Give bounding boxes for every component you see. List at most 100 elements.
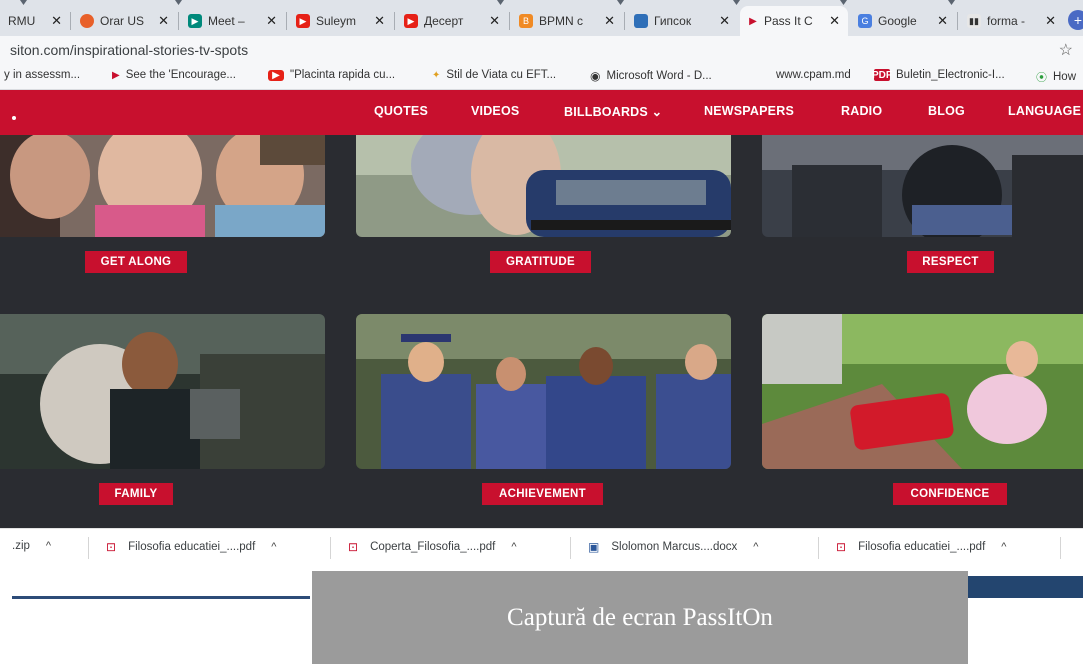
video-thumbnail-achievement[interactable] (356, 314, 731, 469)
chevron-up-icon[interactable]: ^ (46, 540, 51, 552)
tab-label: Meet – (208, 14, 245, 28)
nav-quotes[interactable]: QUOTES (374, 104, 428, 118)
tab-separator (394, 12, 395, 30)
divider (88, 537, 89, 559)
pdf-icon: ⊡ (836, 540, 847, 554)
nav-videos[interactable]: VIDEOS (471, 104, 519, 118)
address-bar: siton.com/inspirational-stories-tv-spots… (0, 36, 1083, 64)
site-nav: QUOTES VIDEOS BILLBOARDS ⌄ NEWSPAPERS RA… (0, 90, 1083, 135)
bookmark-item[interactable]: y in assessm... (4, 69, 80, 81)
tab-label: Google (878, 14, 917, 28)
bookmark-item[interactable]: ⦿ How (1036, 69, 1076, 85)
tab-label: BPMN c (539, 14, 584, 28)
respect-button[interactable]: RESPECT (907, 251, 994, 273)
url-field[interactable]: siton.com/inspirational-stories-tv-spots (10, 42, 248, 58)
downloads-shelf: .zip ^ ⊡ Filosofia educatiei_....pdf ^ ⊡… (0, 528, 1083, 566)
gratitude-button[interactable]: GRATITUDE (490, 251, 591, 273)
nav-blog[interactable]: BLOG (928, 104, 965, 118)
family-hug-photo (0, 314, 325, 469)
tab-bpmn[interactable]: B BPMN c ✕ (511, 6, 623, 36)
tab-indicator (948, 0, 955, 5)
tab-close-icon[interactable]: ✕ (719, 13, 730, 29)
video-thumbnail-family[interactable] (0, 314, 325, 469)
meet-icon: ▶ (188, 14, 202, 28)
download-item-zip[interactable]: .zip ^ (12, 540, 51, 552)
confidence-button[interactable]: CONFIDENCE (893, 483, 1007, 505)
download-item-pdf[interactable]: ⊡ Filosofia educatiei_....pdf ^ (106, 540, 276, 554)
video-thumbnail-get-along[interactable] (0, 135, 325, 237)
tab-close-icon[interactable]: ✕ (158, 13, 169, 29)
play-circle-icon: ⦿ (1036, 72, 1047, 84)
tab-label: Гипсок (654, 14, 692, 28)
nav-newspapers[interactable]: NEWSPAPERS (704, 104, 794, 118)
tab-indicator (175, 0, 182, 5)
tab-indicator (733, 0, 740, 5)
tab-separator (957, 12, 958, 30)
get-along-button[interactable]: GET ALONG (85, 251, 187, 273)
tab-separator (509, 12, 510, 30)
tab-rmu[interactable]: RMU ✕ (0, 6, 70, 36)
tab-close-icon[interactable]: ✕ (374, 13, 385, 29)
bookmark-item[interactable]: ✦ Stil de Viata cu EFT... (432, 69, 556, 81)
bookmark-label: Stil de Viata cu EFT... (446, 69, 557, 81)
chevron-up-icon[interactable]: ^ (271, 541, 276, 553)
bus-photo (762, 135, 1083, 237)
bookmark-item[interactable]: ▶ See the 'Encourage... (112, 69, 236, 81)
globe-icon: ◉ (590, 69, 601, 83)
download-filename: Slolomon Marcus....docx (611, 541, 738, 553)
tab-indicator (497, 0, 504, 5)
download-filename: Filosofia educatiei_....pdf (858, 541, 986, 553)
video-thumbnail-confidence[interactable] (762, 314, 1083, 469)
bookmark-item[interactable]: PDF Buletin_Electronic-I... (872, 69, 1005, 81)
chevron-up-icon[interactable]: ^ (511, 541, 516, 553)
document-icon: ▮▮ (967, 14, 981, 28)
tab-suleyman[interactable]: ▶ Suleym ✕ (288, 6, 393, 36)
video-thumbnail-gratitude[interactable] (356, 135, 731, 237)
tab-google[interactable]: G Google ✕ (850, 6, 956, 36)
tab-close-icon[interactable]: ✕ (51, 13, 62, 29)
site-icon (634, 14, 648, 28)
translate-icon: G (858, 14, 872, 28)
tab-gipsok[interactable]: Гипсок ✕ (626, 6, 738, 36)
tab-close-icon[interactable]: ✕ (1045, 13, 1056, 29)
nav-language[interactable]: LANGUAGE (1008, 104, 1081, 118)
bookmark-label: y in assessm... (4, 69, 81, 81)
bookmark-item[interactable]: ▶ "Placinta rapida cu... (268, 69, 395, 81)
tab-close-icon[interactable]: ✕ (266, 13, 277, 29)
tab-close-icon[interactable]: ✕ (489, 13, 500, 29)
tab-close-icon[interactable]: ✕ (829, 13, 840, 29)
taskbar-line (12, 596, 310, 599)
tab-orar[interactable]: Orar US ✕ (72, 6, 177, 36)
bookmark-item[interactable]: www.cpam.md (776, 69, 851, 81)
friends-photo (0, 135, 325, 237)
download-filename: Coperta_Filosofia_....pdf (370, 541, 496, 553)
bookmark-item[interactable]: ◉ Microsoft Word - D... (590, 69, 712, 83)
achievement-button[interactable]: ACHIEVEMENT (482, 483, 603, 505)
chevron-up-icon[interactable]: ^ (753, 541, 758, 553)
tab-label: Suleym (316, 14, 357, 28)
download-item-pdf[interactable]: ⊡ Filosofia educatiei_....pdf ^ (836, 540, 1006, 554)
download-item-docx[interactable]: ▣ Slolomon Marcus....docx ^ (588, 540, 758, 554)
tab-close-icon[interactable]: ✕ (604, 13, 615, 29)
nav-billboards[interactable]: BILLBOARDS ⌄ (564, 104, 662, 119)
tab-label: RMU (8, 14, 36, 28)
divider (1060, 537, 1061, 559)
chevron-up-icon[interactable]: ^ (1001, 541, 1006, 553)
bookmark-label: Buletin_Electronic-I... (896, 69, 1005, 81)
tab-close-icon[interactable]: ✕ (937, 13, 948, 29)
nav-radio[interactable]: RADIO (841, 104, 882, 118)
video-thumbnail-respect[interactable] (762, 135, 1083, 237)
tab-label: Pass It C (764, 14, 813, 28)
new-tab-button[interactable]: + (1068, 10, 1083, 30)
tab-forma[interactable]: ▮▮ forma - ✕ (959, 6, 1064, 36)
divider (330, 537, 331, 559)
tab-label: forma - (987, 14, 1026, 28)
download-item-pdf[interactable]: ⊡ Coperta_Filosofia_....pdf ^ (348, 540, 517, 554)
tab-meet[interactable]: ▶ Meet – ✕ (180, 6, 285, 36)
bookmark-star-icon[interactable]: ☆ (1059, 40, 1073, 60)
bookmarks-bar: y in assessm... ▶ See the 'Encourage... … (0, 64, 1083, 90)
tab-strip: RMU ✕ Orar US ✕ ▶ Meet – ✕ ▶ Suleym ✕ ▶ … (0, 0, 1083, 36)
tab-passiton[interactable]: ▶ Pass It C ✕ (740, 6, 848, 36)
family-button[interactable]: FAMILY (99, 483, 173, 505)
tab-desert[interactable]: ▶ Десерт ✕ (396, 6, 508, 36)
